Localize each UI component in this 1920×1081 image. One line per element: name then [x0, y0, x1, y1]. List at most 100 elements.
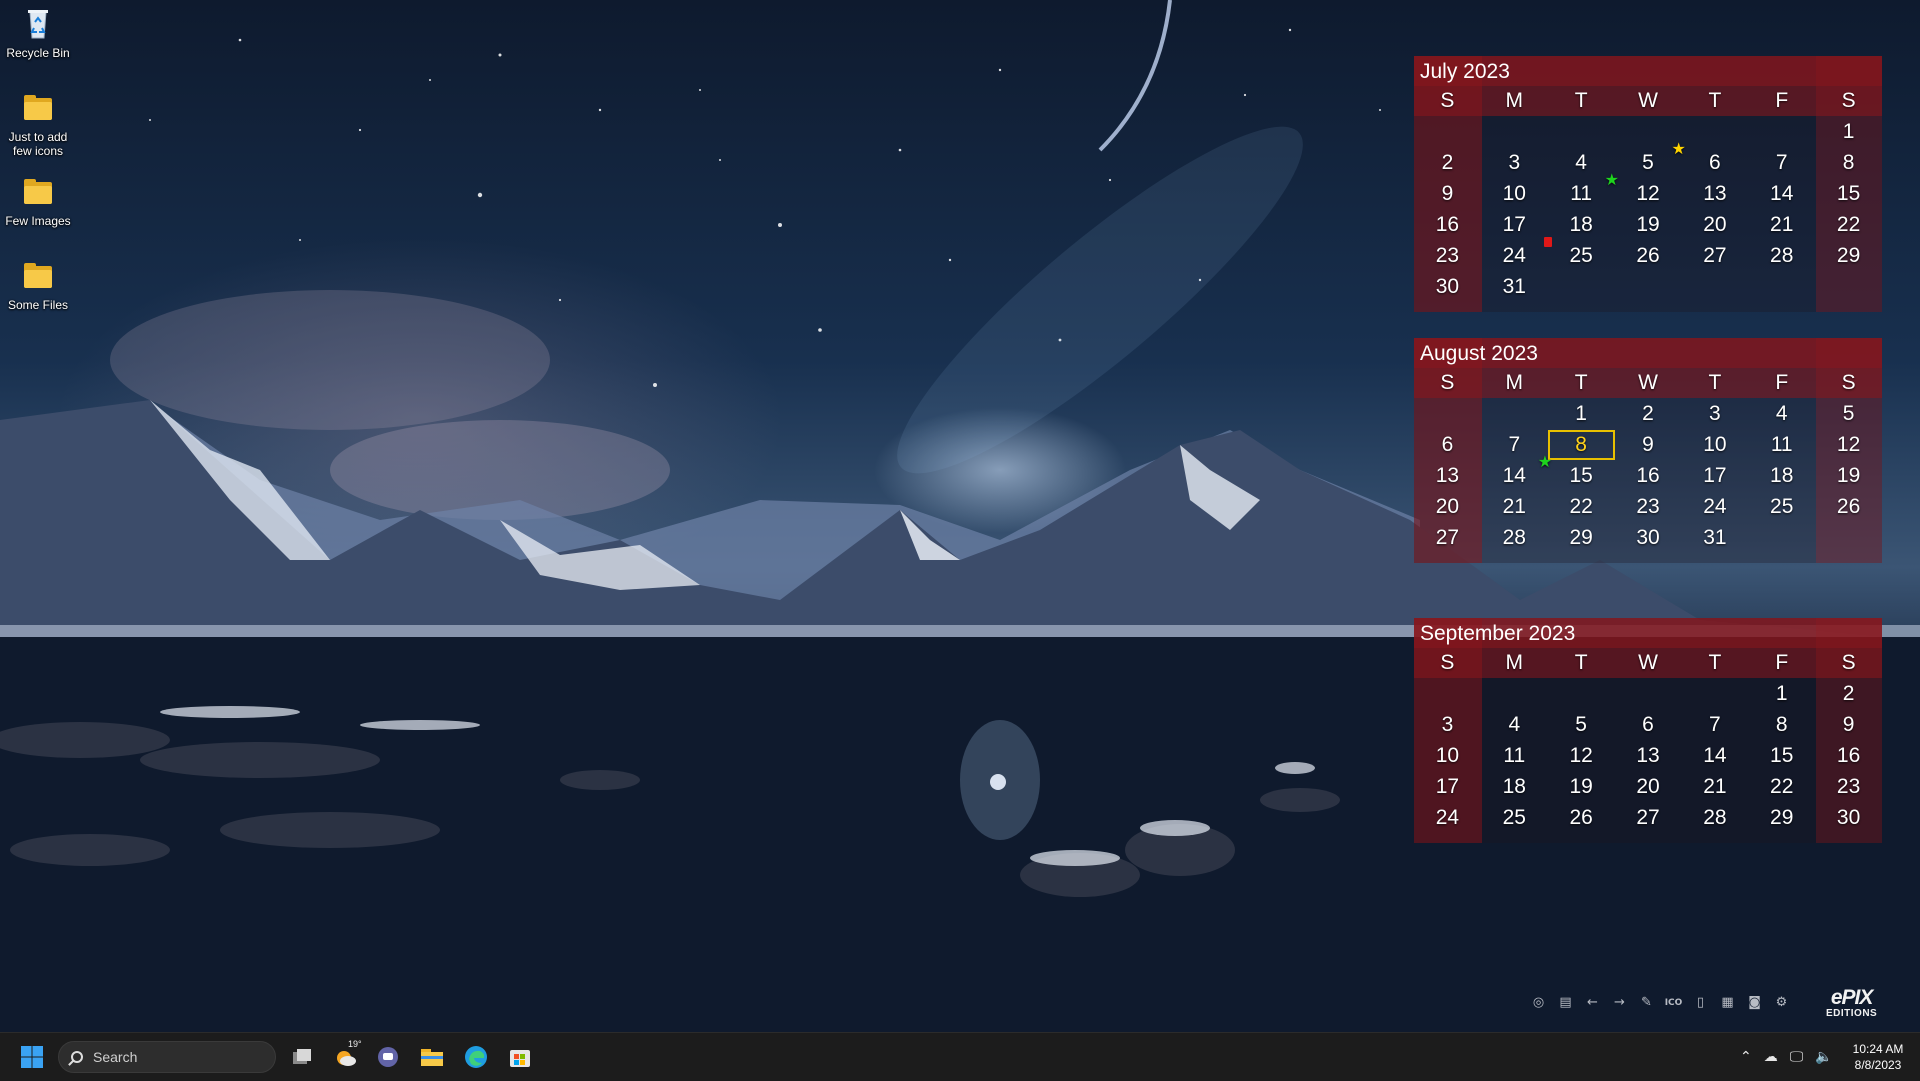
start-button[interactable]	[16, 1041, 48, 1073]
grid-icon[interactable]: ▦	[1715, 990, 1740, 1015]
calendar-day[interactable]: 29	[1548, 523, 1615, 553]
calendar-day[interactable]: 7	[1748, 148, 1815, 178]
calendar-day[interactable]: 3	[1414, 710, 1481, 740]
calendar-day[interactable]: 26	[1615, 241, 1682, 271]
calendar-day[interactable]: 20	[1615, 772, 1682, 802]
calendar-day[interactable]: 3	[1681, 399, 1748, 429]
calendar-day[interactable]: 14	[1748, 179, 1815, 209]
calendar-day[interactable]: 2	[1414, 148, 1481, 178]
calendar-day[interactable]: 28	[1481, 523, 1548, 553]
back-arrow-icon[interactable]: ←	[1580, 990, 1605, 1015]
calendar-day[interactable]: 6	[1615, 710, 1682, 740]
calendar-day[interactable]: 9	[1815, 710, 1882, 740]
calendar-day[interactable]: 21	[1681, 772, 1748, 802]
calendar-day[interactable]: 17	[1481, 210, 1548, 240]
calendar-day[interactable]: 1	[1815, 117, 1882, 147]
calendar-day[interactable]: 16	[1414, 210, 1481, 240]
chevron-up-icon[interactable]: ⌃	[1740, 1049, 1752, 1065]
calendar-day[interactable]: 12 ★	[1605, 173, 1682, 209]
calendar-day[interactable]: 21	[1481, 492, 1548, 522]
calendar-day[interactable]: 29	[1748, 803, 1815, 833]
calendar-day[interactable]: 18	[1748, 461, 1815, 491]
calendar-day[interactable]: 6	[1414, 430, 1481, 460]
calendar-day[interactable]: 27	[1414, 523, 1481, 553]
calendar-day[interactable]: 31	[1481, 272, 1548, 302]
calendar-day[interactable]: 13	[1615, 741, 1682, 771]
calendar-day[interactable]: 27	[1615, 803, 1682, 833]
calendar-day[interactable]: 24	[1681, 492, 1748, 522]
calendar-day-today[interactable]: 8	[1547, 430, 1615, 460]
calendar-day[interactable]: 20	[1414, 492, 1481, 522]
print-icon[interactable]: ▤	[1553, 990, 1578, 1015]
calendar-day[interactable]: 28	[1681, 803, 1748, 833]
calendar-day[interactable]: 15	[1815, 179, 1882, 209]
volume-icon[interactable]: 🔈	[1815, 1049, 1832, 1065]
calendar-day[interactable]: 10	[1414, 741, 1481, 771]
calendar-day[interactable]: 9	[1414, 179, 1481, 209]
calendar-day[interactable]: 21	[1748, 210, 1815, 240]
teams-chat-button[interactable]	[372, 1041, 404, 1073]
settings-icon[interactable]: ⚙	[1769, 990, 1794, 1015]
calendar-day[interactable]: 23	[1414, 241, 1481, 271]
calendar-day[interactable]: 10	[1681, 430, 1748, 460]
calendar-day[interactable]: 30	[1414, 272, 1481, 302]
task-view-button[interactable]	[286, 1041, 318, 1073]
calendar-day[interactable]: 12	[1815, 430, 1882, 460]
desktop-icon-folder-few-images[interactable]: Few Images	[0, 174, 76, 228]
desktop-icon-folder-some-files[interactable]: Some Files	[0, 258, 76, 312]
target-icon[interactable]: ◎	[1526, 990, 1551, 1015]
calendar-day[interactable]: 7	[1681, 710, 1748, 740]
calendar-day[interactable]: 19	[1815, 461, 1882, 491]
month-title[interactable]: September 2023	[1420, 622, 1575, 646]
calendar-day[interactable]: 28	[1748, 241, 1815, 271]
calendar-day[interactable]: 4	[1481, 710, 1548, 740]
calendar-day[interactable]: 13	[1681, 179, 1748, 209]
calendar-day[interactable]: 14	[1681, 741, 1748, 771]
calendar-day[interactable]: 24	[1481, 241, 1548, 271]
paint-icon[interactable]: ✎	[1634, 990, 1659, 1015]
calendar-day[interactable]: 2	[1815, 679, 1882, 709]
calendar-day[interactable]: 25	[1543, 237, 1615, 271]
calendar-day[interactable]: 25	[1481, 803, 1548, 833]
calendar-day[interactable]: 9	[1615, 430, 1682, 460]
month-title[interactable]: July 2023	[1420, 60, 1510, 84]
calendar-day[interactable]: 26	[1548, 803, 1615, 833]
calendar-day[interactable]: 22	[1548, 492, 1615, 522]
notes-icon[interactable]: ▯	[1688, 990, 1713, 1015]
desktop-icon-folder-few-icons[interactable]: Just to add few icons	[0, 90, 76, 158]
calendar-day[interactable]: 30	[1615, 523, 1682, 553]
calendar-day[interactable]: 17	[1414, 772, 1481, 802]
ico-icon[interactable]: ICO	[1661, 990, 1686, 1015]
calendar-day[interactable]: 6 ★	[1671, 142, 1748, 178]
calendar-day[interactable]: 27	[1681, 241, 1748, 271]
calendar-day[interactable]: 10	[1481, 179, 1548, 209]
calendar-day[interactable]: 5	[1548, 710, 1615, 740]
calendar-day[interactable]: 11	[1748, 430, 1815, 460]
calendar-day[interactable]: 3	[1481, 148, 1548, 178]
calendar-day[interactable]: 23	[1815, 772, 1882, 802]
calendar-day[interactable]: 4	[1748, 399, 1815, 429]
calendar-day[interactable]: 1	[1748, 679, 1815, 709]
calendar-day[interactable]: 13	[1414, 461, 1481, 491]
taskbar-search[interactable]: Search	[58, 1041, 276, 1073]
calendar-day[interactable]: 25	[1748, 492, 1815, 522]
onedrive-cloud-icon[interactable]: ☁	[1764, 1049, 1778, 1065]
calendar-day[interactable]: 18	[1548, 210, 1615, 240]
calendar-day[interactable]: 22	[1815, 210, 1882, 240]
calendar-day[interactable]: 31	[1681, 523, 1748, 553]
epix-editions-logo[interactable]: ePIX EDITIONS	[1826, 987, 1877, 1020]
calendar-day[interactable]: 18	[1481, 772, 1548, 802]
store-button[interactable]	[504, 1041, 536, 1073]
calendar-day[interactable]: 15 ★	[1538, 455, 1615, 491]
calendar-day[interactable]: 12	[1548, 741, 1615, 771]
calendar-day[interactable]: 17	[1681, 461, 1748, 491]
forward-arrow-icon[interactable]: →	[1607, 990, 1632, 1015]
calendar-day[interactable]: 8	[1748, 710, 1815, 740]
calendar-day[interactable]: 23	[1615, 492, 1682, 522]
calendar-day[interactable]: 1	[1548, 399, 1615, 429]
weather-widget-button[interactable]: 19°	[330, 1039, 362, 1073]
calendar-day[interactable]: 19	[1548, 772, 1615, 802]
calendar-day[interactable]: 22	[1748, 772, 1815, 802]
taskbar-clock[interactable]: 10:24 AM 8/8/2023	[1840, 1041, 1916, 1073]
calendar-day[interactable]: 16	[1815, 741, 1882, 771]
